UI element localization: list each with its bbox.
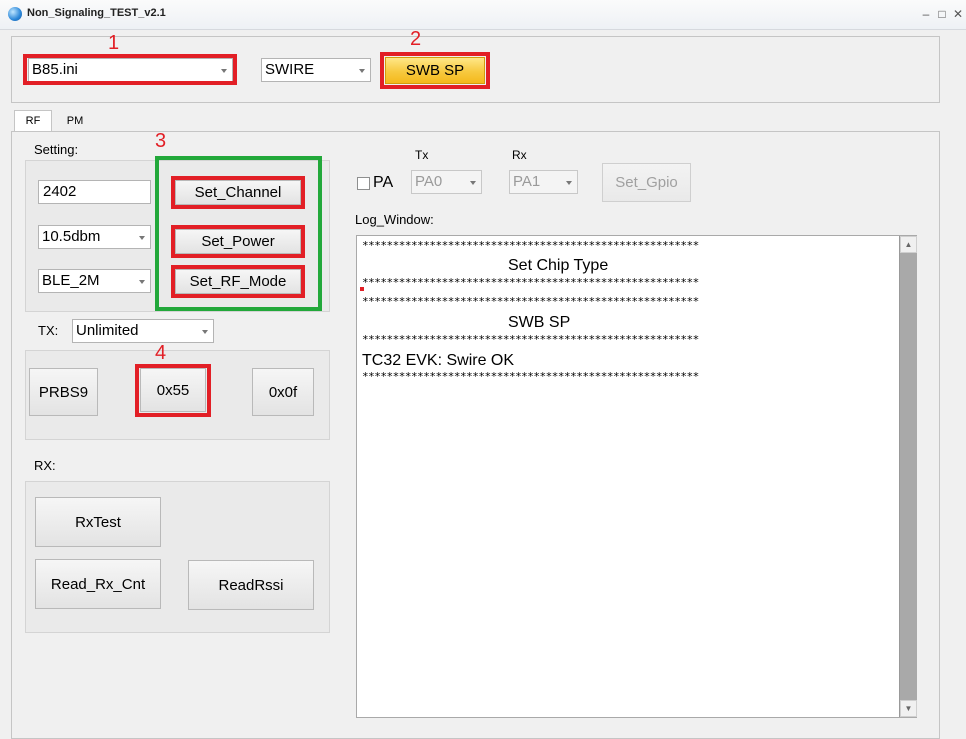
- log-window[interactable]: ****************************************…: [356, 235, 917, 718]
- pa-label: PA: [373, 174, 394, 191]
- interface-value: SWIRE: [265, 61, 315, 78]
- log-line-swire-ok: TC32 EVK: Swire OK: [362, 352, 515, 369]
- set-gpio-button[interactable]: Set_Gpio: [602, 163, 691, 202]
- annotation-box-4: [135, 364, 211, 417]
- tx-label: TX:: [38, 323, 59, 338]
- app-globe-icon: [8, 7, 22, 21]
- annotation-box-2: [380, 52, 490, 89]
- chevron-down-icon: [470, 181, 476, 185]
- log-separator: ****************************************…: [362, 276, 699, 289]
- rf-mode-value: BLE_2M: [42, 272, 100, 289]
- log-separator: ****************************************…: [362, 370, 699, 383]
- chevron-down-icon: [359, 69, 365, 73]
- scroll-up-icon[interactable]: ▲: [900, 236, 917, 253]
- tx-mode-select[interactable]: Unlimited: [72, 319, 214, 343]
- log-separator: ****************************************…: [362, 295, 699, 308]
- interface-select[interactable]: SWIRE: [261, 58, 371, 82]
- power-select[interactable]: 10.5dbm: [38, 225, 151, 249]
- tx-pin-value: PA0: [415, 173, 443, 190]
- rx-test-button[interactable]: RxTest: [35, 497, 161, 547]
- close-icon[interactable]: ✕: [950, 6, 966, 22]
- read-rssi-button[interactable]: ReadRssi: [188, 560, 314, 610]
- setting-label: Setting:: [34, 142, 79, 157]
- annotation-box-1: [23, 54, 237, 85]
- annotation-number-2: 2: [410, 28, 422, 50]
- log-line-chip-type: Set Chip Type: [508, 257, 609, 274]
- tab-rf[interactable]: RF: [14, 110, 52, 131]
- annotation-box-set-channel: [171, 176, 305, 209]
- channel-input[interactable]: 2402: [38, 180, 151, 204]
- power-value: 10.5dbm: [42, 228, 101, 245]
- pa-checkbox[interactable]: [357, 177, 370, 190]
- tx-mode-value: Unlimited: [76, 322, 139, 339]
- rf-mode-select[interactable]: BLE_2M: [38, 269, 151, 293]
- pattern-0x0f-button[interactable]: 0x0f: [252, 368, 314, 416]
- log-scrollbar[interactable]: ▲ ▼: [899, 236, 917, 717]
- log-separator: ****************************************…: [362, 333, 699, 346]
- annotation-number-1: 1: [108, 32, 120, 54]
- scroll-down-icon[interactable]: ▼: [900, 700, 917, 717]
- tx-pin-select[interactable]: PA0: [411, 170, 482, 194]
- rx-pin-value: PA1: [513, 173, 541, 190]
- maximize-icon[interactable]: □: [934, 6, 950, 22]
- annotation-box-set-rf-mode: [171, 265, 305, 298]
- annotation-number-3: 3: [155, 130, 167, 152]
- chevron-down-icon: [566, 181, 572, 185]
- rx-pin-select[interactable]: PA1: [509, 170, 578, 194]
- log-separator: ****************************************…: [362, 239, 699, 252]
- minimize-icon[interactable]: –: [918, 6, 934, 22]
- chevron-down-icon: [139, 280, 145, 284]
- log-line-swb-sp: SWB SP: [508, 314, 571, 331]
- rx-pin-label: Rx: [512, 148, 527, 162]
- annotation-number-4: 4: [155, 342, 167, 364]
- window-title: Non_Signaling_TEST_v2.1: [27, 7, 166, 19]
- prbs9-button[interactable]: PRBS9: [29, 368, 98, 416]
- chevron-down-icon: [202, 330, 208, 334]
- read-rx-cnt-button[interactable]: Read_Rx_Cnt: [35, 559, 161, 609]
- rx-label: RX:: [34, 458, 56, 473]
- annotation-box-set-power: [171, 225, 305, 258]
- chevron-down-icon: [139, 236, 145, 240]
- log-window-label: Log_Window:: [355, 212, 434, 227]
- tab-pm[interactable]: PM: [56, 111, 94, 132]
- tx-pin-label: Tx: [415, 148, 429, 162]
